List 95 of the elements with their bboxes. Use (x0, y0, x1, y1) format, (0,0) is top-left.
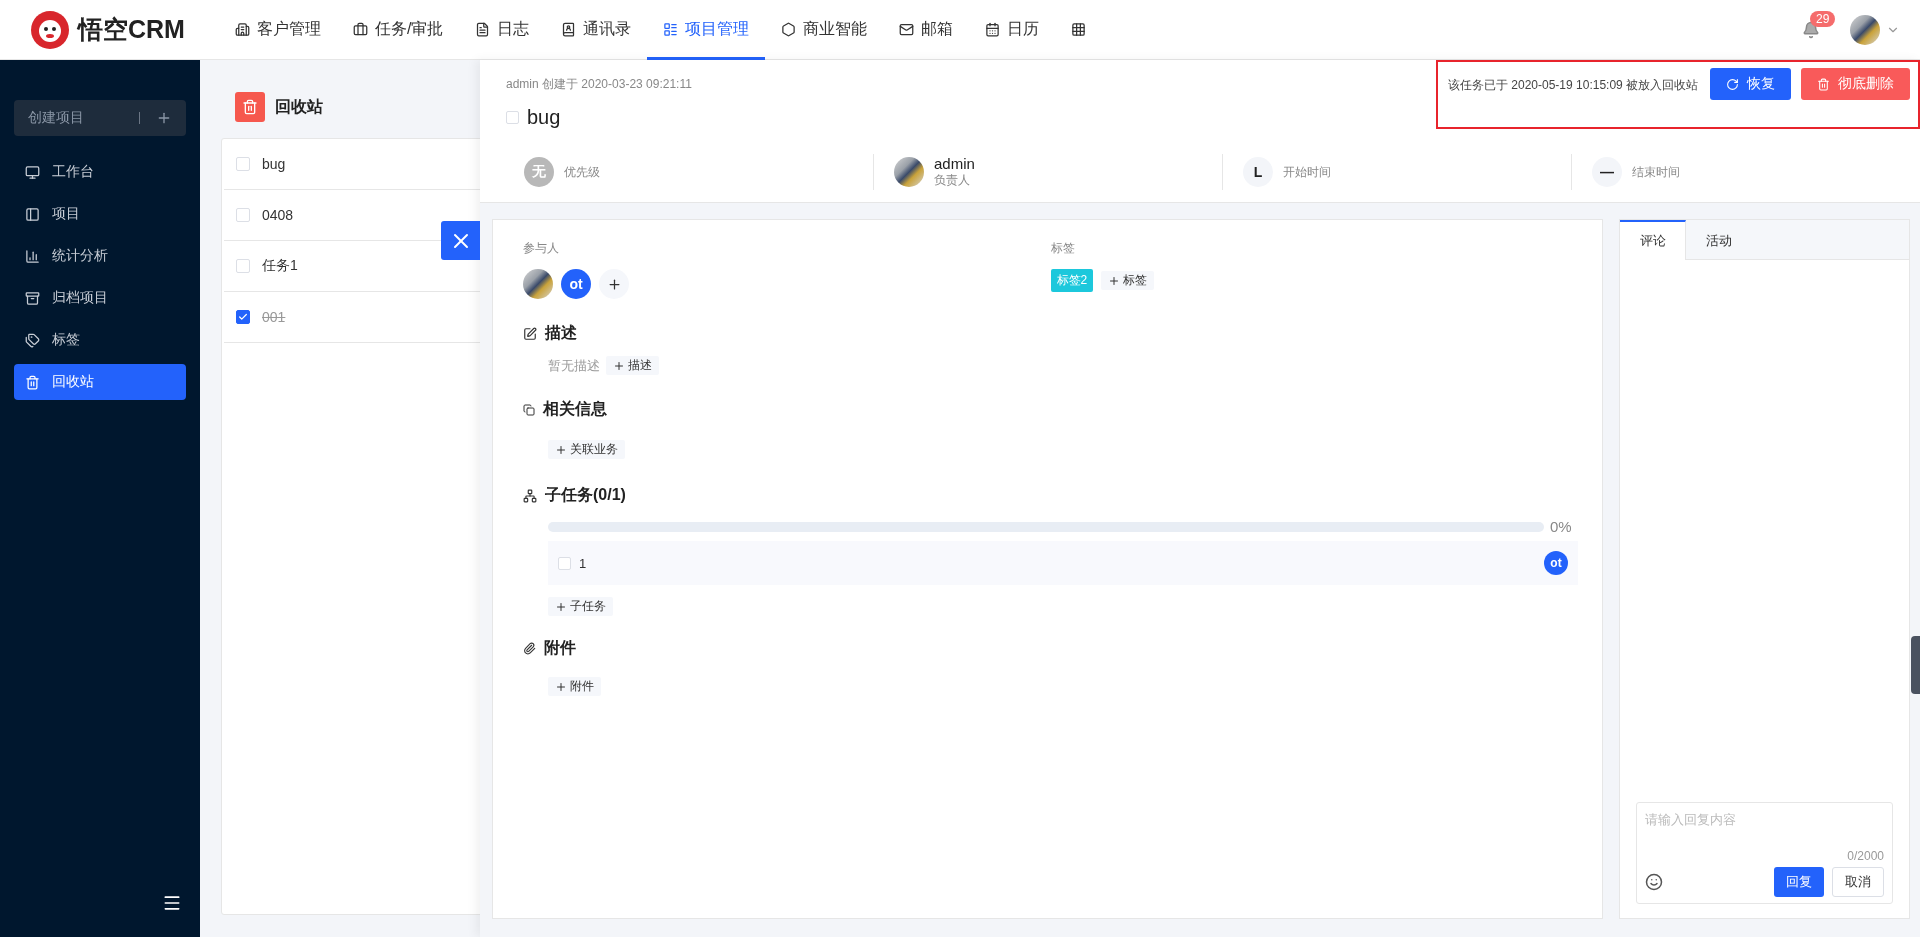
nav-tab[interactable]: 任务/审批 (336, 0, 460, 60)
avatar-image (523, 269, 553, 299)
tab[interactable]: 评论 (1620, 220, 1686, 260)
trash-icon (235, 92, 265, 122)
mail-icon (899, 22, 915, 37)
monitor-icon (25, 164, 40, 180)
document-icon (475, 22, 491, 37)
collapse-menu-icon[interactable] (162, 893, 182, 913)
logo-text: 悟空CRM (78, 14, 185, 45)
add-member-button[interactable] (599, 269, 629, 299)
emoji-icon[interactable] (1645, 873, 1663, 891)
task-name[interactable]: bug (262, 156, 286, 172)
paperclip-icon (523, 642, 536, 655)
create-project-button[interactable]: 创建项目 (14, 100, 186, 136)
priority-badge: 无 (524, 157, 554, 187)
plus-icon (606, 276, 622, 292)
task-name[interactable]: 0408 (262, 207, 294, 223)
sidebar-item[interactable]: 标签 (14, 322, 186, 358)
section-label: 标签 (1050, 241, 1075, 255)
bar-chart-icon (25, 248, 40, 264)
add-button[interactable]: 关联业务 (548, 440, 625, 459)
monkey-logo-icon (30, 9, 70, 50)
close-button[interactable] (441, 221, 480, 260)
nav-tab[interactable]: 客户管理 (218, 0, 337, 60)
field-label[interactable]: 优先级 (564, 163, 600, 181)
plus-icon (555, 600, 567, 613)
tag: 标签2 (1050, 269, 1094, 292)
notification-count: 29 (1810, 10, 1836, 27)
sidebar-item[interactable]: 归档项目 (14, 280, 186, 316)
nav-tab[interactable]: 商业智能 (765, 0, 884, 60)
list-icon (663, 22, 679, 37)
deleted-notice: 该任务已于 2020-05-19 10:15:09 被放入回收站 (1448, 77, 1699, 94)
task-title: bug (527, 106, 561, 129)
plus-icon (555, 443, 567, 456)
tags-icon (25, 332, 40, 348)
layout-icon (25, 206, 40, 222)
edit-icon (523, 326, 537, 341)
add-button[interactable]: 描述 (606, 356, 659, 375)
section-title: 子任务(0/1) (545, 485, 626, 505)
side-handle[interactable] (1911, 636, 1920, 694)
character-counter: 0/2000 (1847, 849, 1884, 863)
add-button[interactable]: 附件 (548, 677, 601, 696)
reply-button[interactable]: 回复 (1774, 867, 1824, 897)
avatar-image (894, 157, 924, 187)
section-title: 相关信息 (543, 399, 607, 419)
briefcase-icon (352, 22, 368, 37)
hierarchy-icon (523, 488, 537, 503)
date-badge[interactable]: L (1243, 157, 1273, 187)
cancel-button[interactable]: 取消 (1832, 867, 1884, 897)
subtask-name: 1 (579, 555, 588, 571)
nav-tab[interactable]: 日志 (459, 0, 546, 60)
date-badge[interactable]: — (1592, 157, 1622, 187)
grid-icon (1071, 22, 1087, 37)
restore-button[interactable]: 恢复 (1710, 68, 1792, 100)
checkbox[interactable] (236, 310, 250, 324)
trash-icon (1817, 77, 1831, 91)
empty-description: 暂无描述 (548, 356, 600, 375)
archive-icon (25, 290, 40, 306)
copy-icon (523, 403, 535, 416)
task-name[interactable]: 任务1 (262, 257, 298, 275)
section-title: 附件 (544, 638, 576, 658)
sidebar-item[interactable]: 项目 (14, 196, 186, 232)
avatar-image[interactable] (1850, 14, 1880, 45)
page-title: 回收站 (275, 96, 323, 117)
calendar-icon (985, 22, 1001, 37)
nav-tab[interactable]: 通讯录 (545, 0, 648, 60)
field-label[interactable]: 开始时间 (1283, 163, 1331, 181)
sidebar-item[interactable]: 统计分析 (14, 238, 186, 274)
reply-field[interactable]: 请输入回复内容 0/2000 回复 取消 (1636, 802, 1893, 904)
nav-tab[interactable]: 邮箱 (883, 0, 970, 60)
check-icon (238, 312, 248, 322)
sidebar-item[interactable]: 工作台 (14, 154, 186, 190)
plus-icon (156, 110, 172, 126)
field-label: 负责人 (934, 172, 971, 189)
nav-tab[interactable]: 日历 (969, 0, 1056, 60)
plus-icon (555, 680, 567, 693)
trash-icon (25, 374, 40, 390)
restore-icon (1726, 77, 1740, 91)
sidebar-item[interactable]: 回收站 (14, 364, 186, 400)
add-button[interactable]: 标签 (1101, 271, 1155, 290)
add-button[interactable]: 子任务 (548, 597, 613, 616)
building-icon (234, 22, 250, 37)
section-label: 参与人 (523, 241, 559, 255)
plus-icon (1108, 274, 1121, 287)
section-title: 描述 (545, 323, 577, 343)
plus-icon (613, 359, 625, 372)
created-info: admin 创建于 2020-03-23 09:21:11 (506, 76, 692, 93)
member-avatar: ot (561, 269, 591, 299)
owner-name: admin (934, 155, 975, 172)
contact-book-icon (561, 22, 577, 37)
assignee-avatar: ot (1544, 551, 1568, 575)
progress-percent: 0% (1550, 518, 1573, 535)
tab[interactable]: 活动 (1686, 220, 1752, 260)
hexagon-icon (781, 22, 797, 37)
field-label[interactable]: 结束时间 (1632, 163, 1680, 181)
